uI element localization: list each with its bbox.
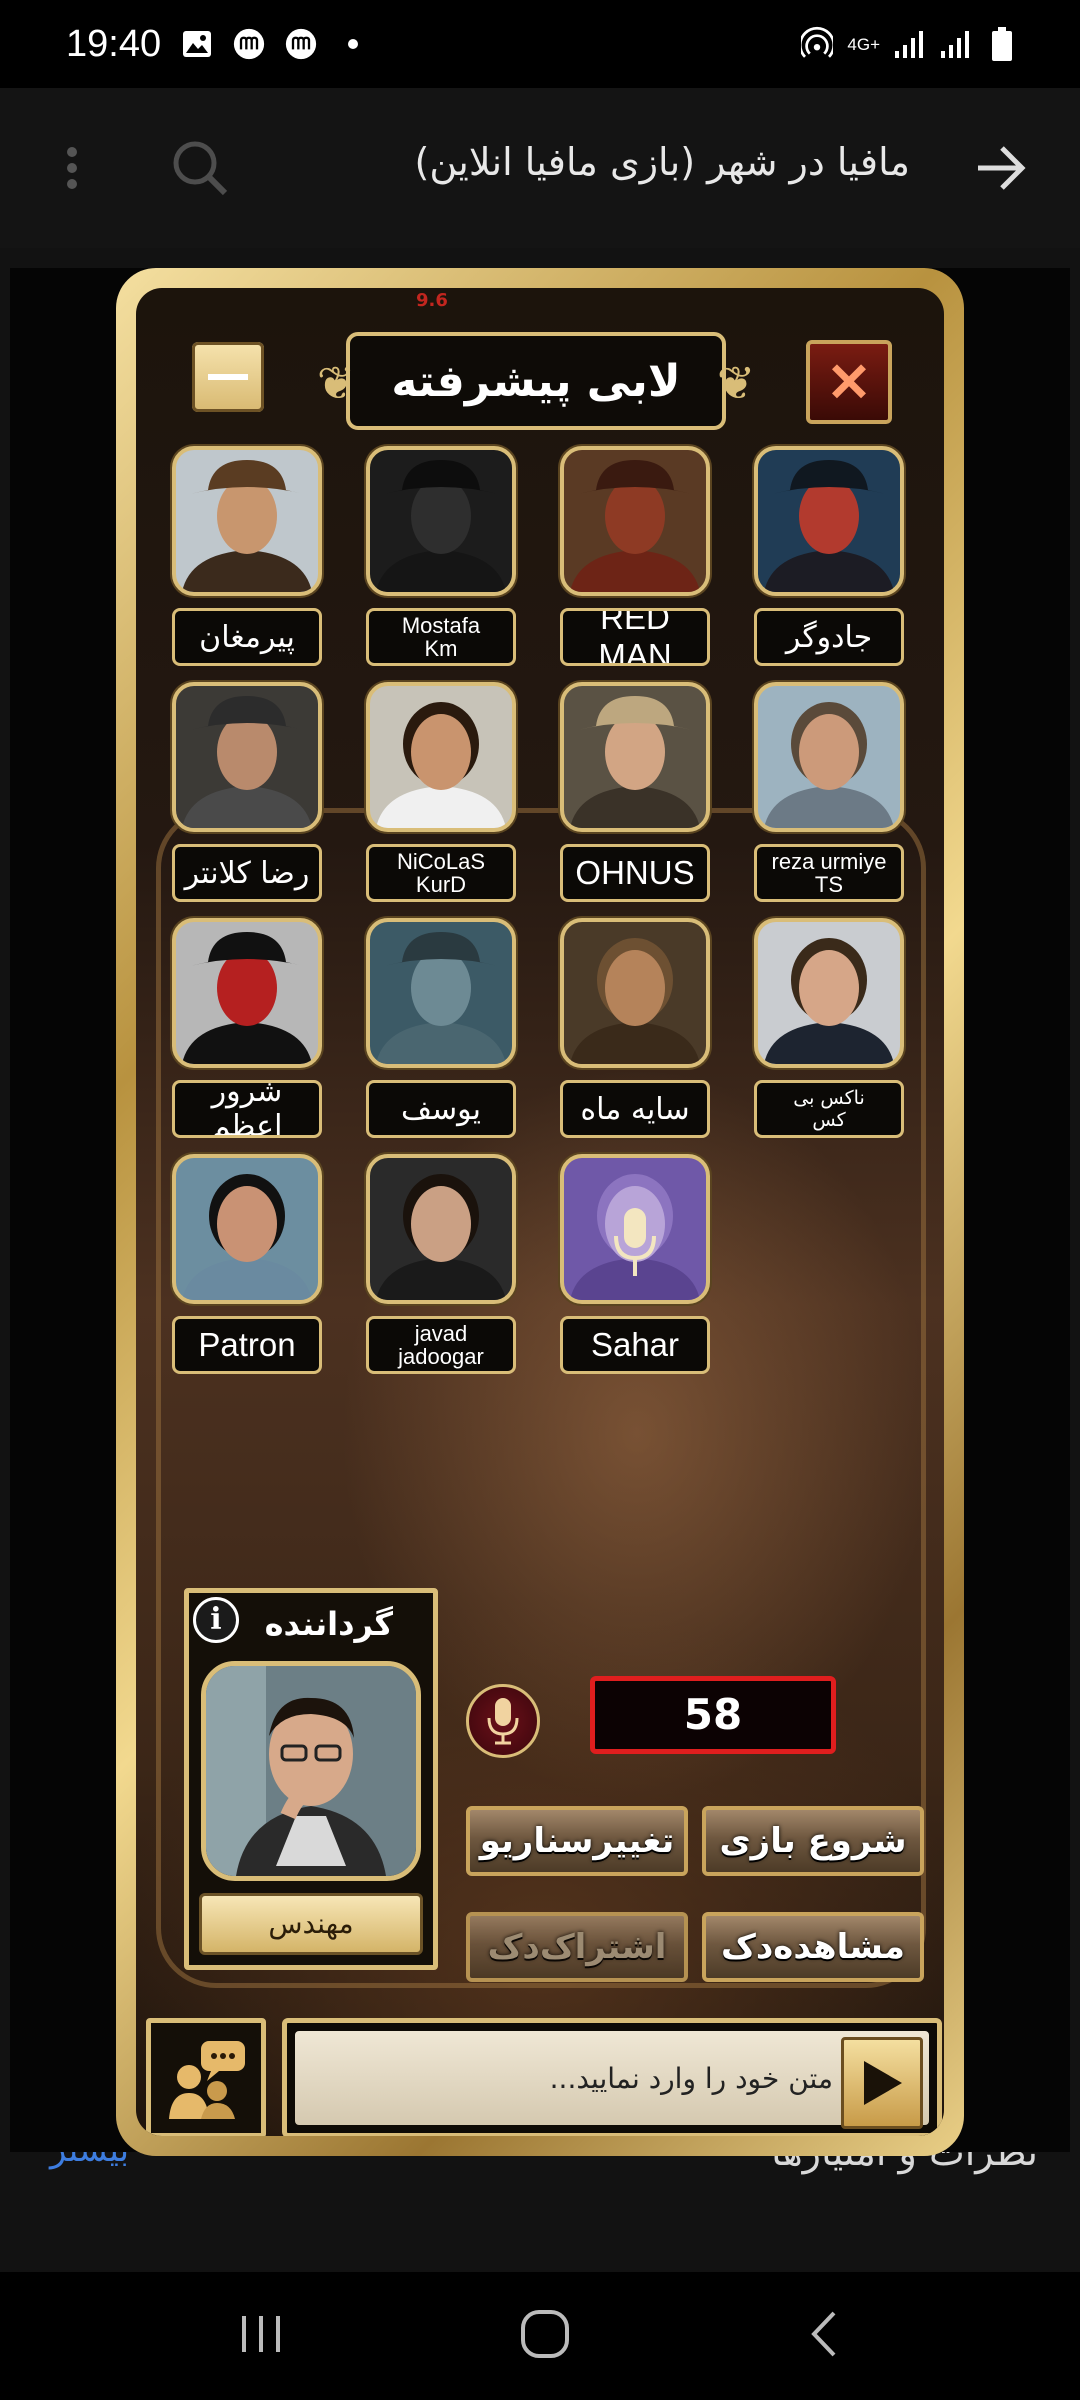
players-grid: پیرمغان Mostafa Km RED MAN جادوگر رضا کلانتر… [172, 446, 944, 1390]
player-avatar[interactable] [366, 1154, 516, 1304]
app-icon [285, 28, 317, 60]
lobby-title-plate: ❦ لابی پیشرفته ❦ [317, 332, 755, 430]
player-slot[interactable]: سایه ماه [560, 918, 710, 1154]
dot-icon [337, 28, 369, 60]
view-deck-button[interactable]: مشاهده‌دک [702, 1912, 924, 1982]
home-icon[interactable] [517, 2306, 573, 2366]
player-slot[interactable]: RED MAN [560, 446, 710, 682]
back-icon[interactable] [804, 2309, 844, 2363]
battery-icon [986, 27, 1018, 61]
ornament-icon: ❦ [716, 356, 756, 410]
player-slot[interactable]: رضا کلانتر [172, 682, 322, 918]
player-name: پیرمغان [172, 608, 322, 666]
network-type: 4G+ [847, 34, 880, 54]
lobby-panel: 9.6 ❦ لابی پیشرفته ❦ ✕ پیرمغان Mostafa Km… [136, 288, 944, 2136]
player-name: ناکس بی کس [754, 1080, 904, 1138]
host-panel: i گرداننده مهندس [184, 1588, 438, 1970]
player-slot[interactable]: NiCoLaS KurD [366, 682, 516, 918]
player-slot[interactable]: ناکس بی کس [754, 918, 904, 1154]
player-name: یوسف [366, 1080, 516, 1138]
player-avatar[interactable] [754, 682, 904, 832]
host-label: گرداننده [264, 1605, 393, 1643]
player-avatar[interactable] [366, 682, 516, 832]
player-name: RED MAN [560, 608, 710, 666]
start-game-button[interactable]: شروع بازی [702, 1806, 924, 1876]
chat-users-icon[interactable] [146, 2018, 266, 2136]
player-slot[interactable]: javad jadoogar [366, 1154, 516, 1390]
player-avatar[interactable] [172, 1154, 322, 1304]
signal-icon [894, 28, 926, 60]
signal-icon [940, 28, 972, 60]
player-name: Sahar [560, 1316, 710, 1374]
change-scenario-button[interactable]: تغییرسناریو [466, 1806, 688, 1876]
app-icon [233, 28, 265, 60]
player-avatar[interactable] [560, 918, 710, 1068]
lobby-frame: 9.6 ❦ لابی پیشرفته ❦ ✕ پیرمغان Mostafa Km… [116, 268, 964, 2156]
player-name: رضا کلانتر [172, 844, 322, 902]
player-slot[interactable]: جادوگر [754, 446, 904, 682]
player-avatar[interactable] [754, 446, 904, 596]
ornament-icon: ❦ [316, 356, 356, 410]
system-nav-bar [0, 2272, 1080, 2400]
app-title: مافیا در شهر (بازی مافیا انلاین) [414, 140, 910, 184]
status-time: 19:40 [66, 22, 162, 65]
microphone-button[interactable] [466, 1684, 540, 1758]
player-name: سایه ماه [560, 1080, 710, 1138]
gallery-icon [181, 28, 213, 60]
player-avatar[interactable] [172, 918, 322, 1068]
player-name: شرور اعظم [172, 1080, 322, 1138]
player-name: reza urmiye TS [754, 844, 904, 902]
share-deck-button[interactable]: اشتراک‌دک [466, 1912, 688, 1982]
player-slot[interactable]: پیرمغان [172, 446, 322, 682]
player-avatar[interactable] [172, 682, 322, 832]
minimize-button[interactable] [192, 342, 264, 412]
player-slot[interactable]: شرور اعظم [172, 918, 322, 1154]
back-arrow-icon[interactable] [972, 140, 1028, 196]
chat-bar [282, 2018, 942, 2136]
player-slot[interactable]: یوسف [366, 918, 516, 1154]
close-button[interactable]: ✕ [806, 340, 892, 424]
hotspot-icon [801, 26, 834, 60]
chat-input-wrapper [295, 2031, 929, 2125]
player-name: OHNUS [560, 844, 710, 902]
player-slot[interactable]: OHNUS [560, 682, 710, 918]
player-avatar[interactable] [560, 1154, 710, 1304]
version-label: 9.6 [416, 290, 448, 311]
player-slot[interactable]: reza urmiye TS [754, 682, 904, 918]
player-name: Patron [172, 1316, 322, 1374]
send-arrow-icon [864, 2061, 902, 2105]
player-avatar[interactable] [560, 682, 710, 832]
player-avatar[interactable] [366, 918, 516, 1068]
search-icon[interactable] [170, 138, 230, 198]
lobby-title: لابی پیشرفته [391, 355, 681, 407]
timer-counter: 58 [590, 1676, 836, 1754]
player-name: javad jadoogar [366, 1316, 516, 1374]
send-button[interactable] [841, 2037, 923, 2129]
host-avatar[interactable] [201, 1661, 421, 1881]
player-slot[interactable]: Sahar [560, 1154, 710, 1390]
host-name: مهندس [199, 1893, 423, 1955]
player-slot[interactable]: Mostafa Km [366, 446, 516, 682]
player-avatar[interactable] [560, 446, 710, 596]
status-bar: 19:40 4G+ [0, 0, 1080, 88]
player-name: NiCoLaS KurD [366, 844, 516, 902]
player-name: Mostafa Km [366, 608, 516, 666]
player-avatar[interactable] [172, 446, 322, 596]
app-toolbar: مافیا در شهر (بازی مافیا انلاین) [0, 88, 1080, 248]
player-avatar[interactable] [754, 918, 904, 1068]
close-icon: ✕ [826, 352, 872, 413]
more-options-icon[interactable] [60, 138, 84, 198]
player-name: جادوگر [754, 608, 904, 666]
info-icon[interactable]: i [193, 1597, 239, 1643]
chat-input[interactable] [295, 2031, 833, 2125]
player-avatar[interactable] [366, 446, 516, 596]
player-slot[interactable]: Patron [172, 1154, 322, 1390]
recent-apps-icon[interactable] [236, 2312, 286, 2360]
